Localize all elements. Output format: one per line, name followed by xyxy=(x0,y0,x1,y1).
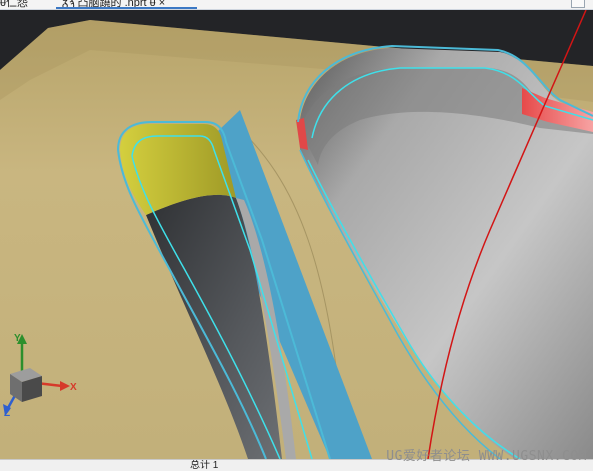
status-count: 总计 1 xyxy=(190,460,219,471)
triad-graphic xyxy=(3,334,70,416)
model-render xyxy=(0,10,593,459)
triad-z-label: Z xyxy=(4,408,11,419)
triad-y-label: Y xyxy=(14,333,21,344)
triad-x-label: X xyxy=(70,382,77,393)
forum-watermark: UG爱好者论坛 WWW.UGSNX.COM xyxy=(386,449,587,464)
active-tab-indicator xyxy=(56,7,197,9)
tab-start[interactable]: ᵾ仁怨 xyxy=(0,0,28,9)
document-tab-bar: ᵾ仁怨 ᵹϡ 凸脑蹺的 .nprt ᵾ × xyxy=(0,0,593,10)
x-axis-head xyxy=(60,381,70,391)
graphics-viewport[interactable] xyxy=(0,10,593,459)
window-restore-icon[interactable] xyxy=(571,0,585,8)
view-triad[interactable]: X Y Z xyxy=(2,330,80,426)
